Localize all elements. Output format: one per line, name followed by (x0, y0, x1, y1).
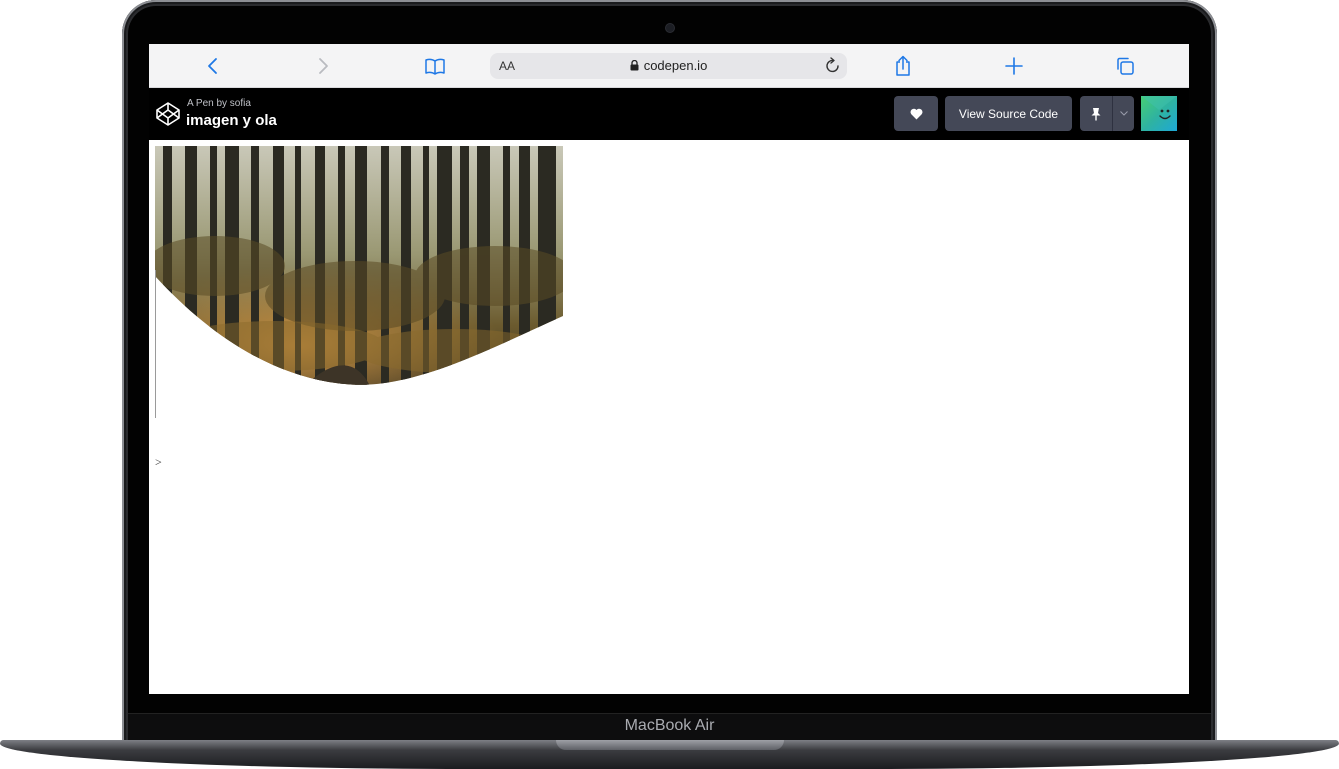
back-icon[interactable] (201, 54, 225, 78)
share-icon[interactable] (891, 54, 915, 78)
view-source-button[interactable]: View Source Code (945, 96, 1072, 131)
tabs-overview-icon[interactable] (1113, 54, 1137, 78)
pin-dropdown-button[interactable] (1112, 96, 1134, 131)
new-tab-icon[interactable] (1002, 54, 1026, 78)
lock-icon (630, 59, 639, 74)
codepen-header: A Pen by sofia imagen y ola View Source … (149, 88, 1189, 140)
reload-icon[interactable] (825, 57, 841, 79)
laptop-notch (556, 740, 784, 750)
url-text: codepen.io (643, 58, 708, 73)
pen-title: imagen y ola (186, 112, 277, 129)
forest-wave-image (155, 146, 563, 385)
forward-icon[interactable] (311, 54, 335, 78)
codepen-logo-icon[interactable] (155, 101, 181, 132)
pen-preview: > (149, 140, 1189, 694)
screen: AA codepen.io A Pen by sofia imagen y ol… (149, 44, 1189, 694)
heart-icon (910, 108, 922, 119)
user-avatar[interactable] (1141, 96, 1177, 131)
address-bar[interactable]: AA codepen.io (490, 53, 847, 79)
chevron-down-icon (1119, 111, 1128, 116)
stray-text: > (155, 455, 162, 469)
camera-icon (666, 24, 674, 32)
pin-button[interactable] (1080, 96, 1112, 131)
pin-icon (1091, 107, 1101, 120)
url-display: codepen.io (490, 58, 847, 74)
pen-author[interactable]: A Pen by sofia (187, 98, 251, 109)
model-label: MacBook Air (624, 717, 715, 734)
avatar-face-icon (1141, 96, 1177, 120)
love-button[interactable] (894, 96, 938, 131)
bookmarks-icon[interactable] (423, 54, 447, 78)
browser-toolbar: AA codepen.io (149, 44, 1189, 88)
divider-line (155, 270, 156, 418)
